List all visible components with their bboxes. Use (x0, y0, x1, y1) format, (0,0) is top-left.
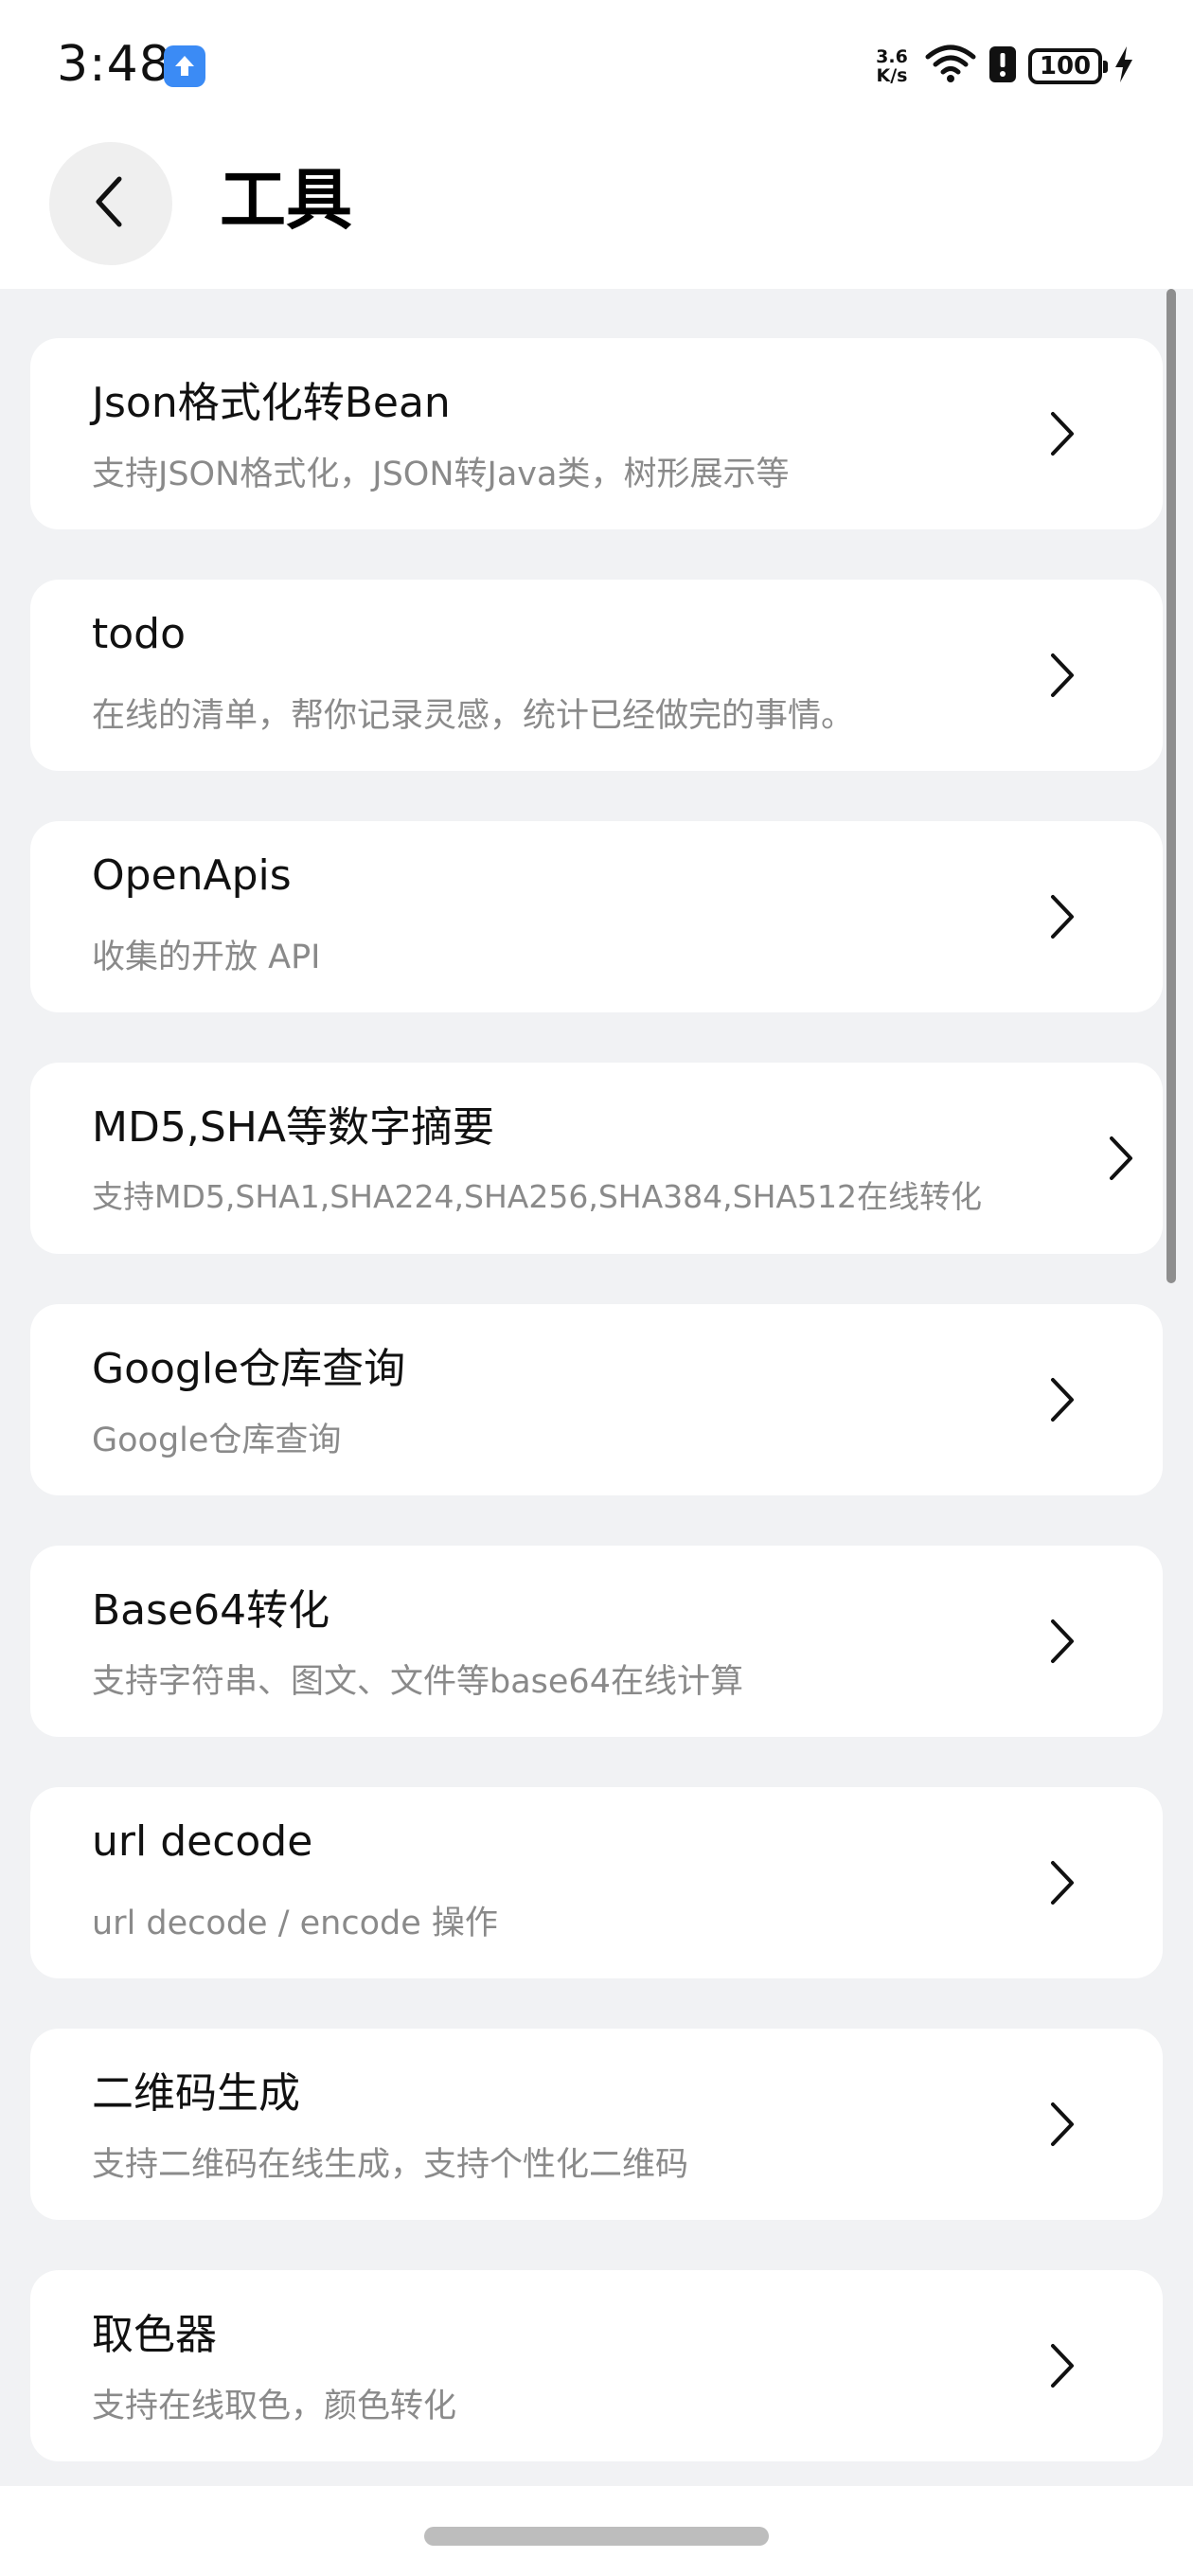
back-button[interactable] (49, 142, 172, 265)
chevron-right-icon (1036, 891, 1087, 942)
chevron-right-icon (1036, 1616, 1087, 1667)
tool-card-openapis[interactable]: OpenApis 收集的开放 API (30, 821, 1163, 1012)
tool-card-title: 取色器 (92, 2311, 217, 2359)
tool-card-base64[interactable]: Base64转化 支持字符串、图文、文件等base64在线计算 (30, 1546, 1163, 1737)
tool-card-json-bean[interactable]: Json格式化转Bean 支持JSON格式化，JSON转Java类，树形展示等 (30, 338, 1163, 529)
charging-icon (1113, 45, 1134, 87)
tool-card-description: 在线的清单，帮你记录灵感，统计已经做完的事情。 (92, 697, 855, 735)
home-indicator[interactable] (424, 2527, 769, 2546)
chevron-right-icon (1036, 408, 1087, 459)
battery-level: 100 (1039, 52, 1092, 80)
app-update-icon (164, 45, 205, 87)
chevron-right-icon (1036, 1374, 1087, 1425)
tool-card-title: todo (92, 610, 187, 658)
status-icons: 3.6 K/s 100 (871, 40, 1134, 93)
tool-card-title: url decode (92, 1817, 313, 1866)
wifi-icon (924, 44, 977, 89)
scrollbar[interactable] (1166, 289, 1176, 1283)
tool-card-color-picker[interactable]: 取色器 支持在线取色，颜色转化 (30, 2270, 1163, 2461)
tool-card-description: 收集的开放 API (92, 939, 321, 976)
tool-card-title: Google仓库查询 (92, 1345, 406, 1393)
tool-card-description: 支持MD5,SHA1,SHA224,SHA256,SHA384,SHA512在线… (92, 1178, 982, 1215)
tool-card-description: 支持二维码在线生成，支持个性化二维码 (92, 2146, 689, 2184)
tool-card-description: 支持字符串、图文、文件等base64在线计算 (92, 1663, 743, 1701)
tool-card-description: Google仓库查询 (92, 1422, 342, 1459)
tool-card-title: Base64转化 (92, 1586, 330, 1635)
tool-card-title: 二维码生成 (92, 2069, 300, 2118)
status-time: 3:48 (57, 36, 171, 93)
network-speed: 3.6 K/s (871, 47, 913, 85)
network-speed-value: 3.6 (876, 46, 908, 67)
tool-card-google-repo[interactable]: Google仓库查询 Google仓库查询 (30, 1304, 1163, 1495)
tool-card-title: MD5,SHA等数字摘要 (92, 1103, 494, 1152)
chevron-right-icon (1036, 1857, 1087, 1908)
tool-list: Json格式化转Bean 支持JSON格式化，JSON转Java类，树形展示等 … (30, 338, 1163, 2512)
battery-icon: 100 (1028, 48, 1108, 84)
alert-icon (988, 45, 1017, 87)
page-title: 工具 (220, 161, 352, 239)
tool-card-qrcode[interactable]: 二维码生成 支持二维码在线生成，支持个性化二维码 (30, 2029, 1163, 2220)
tool-card-digest[interactable]: MD5,SHA等数字摘要 支持MD5,SHA1,SHA224,SHA256,SH… (30, 1063, 1163, 1254)
tool-card-description: 支持JSON格式化，JSON转Java类，树形展示等 (92, 456, 790, 493)
network-speed-unit: K/s (876, 65, 908, 86)
chevron-right-icon (1036, 2340, 1087, 2391)
tool-card-description: url decode / encode 操作 (92, 1905, 498, 1942)
status-bar: 3:48 3.6 K/s 100 (0, 0, 1193, 133)
chevron-right-icon (1036, 2099, 1087, 2150)
tool-card-todo[interactable]: todo 在线的清单，帮你记录灵感，统计已经做完的事情。 (30, 580, 1163, 771)
tool-card-description: 支持在线取色，颜色转化 (92, 2388, 457, 2425)
tool-card-title: OpenApis (92, 851, 292, 900)
chevron-right-icon (1095, 1133, 1146, 1184)
chevron-right-icon (1036, 650, 1087, 701)
tool-card-url-decode[interactable]: url decode url decode / encode 操作 (30, 1787, 1163, 1978)
chevron-left-icon (87, 173, 134, 234)
tool-card-title: Json格式化转Bean (92, 379, 451, 427)
